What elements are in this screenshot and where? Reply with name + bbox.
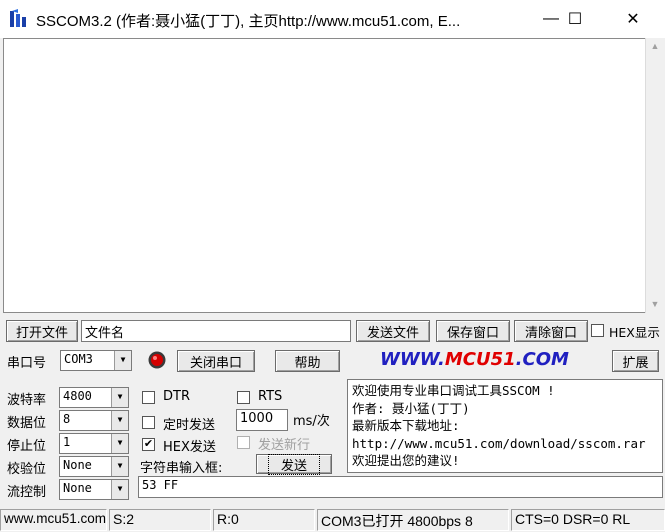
chevron-down-icon[interactable]: ▼ [111, 434, 128, 453]
logo-brand: MCU51 [444, 349, 516, 370]
stop-bits-label: 停止位 [7, 439, 47, 454]
status-website[interactable]: www.mcu51.com [0, 509, 107, 531]
hex-send-checkbox[interactable]: ✔ [142, 438, 155, 451]
info-line: 欢迎使用专业串口调试工具SSCOM ! [352, 383, 555, 398]
baud-rate-select[interactable]: 4800 ▼ [59, 387, 129, 408]
logo-prefix: WWW. [380, 349, 445, 370]
hex-send-label: HEX发送 [163, 440, 216, 455]
status-port: COM3已打开 4800bps 8 [317, 509, 509, 531]
info-panel: 欢迎使用专业串口调试工具SSCOM ! 作者: 聂小猛(丁丁) 最新版本下载地址… [347, 379, 663, 473]
maximize-icon: ☐ [567, 11, 583, 28]
status-signals: CTS=0 DSR=0 RL [511, 509, 665, 531]
info-line: 欢迎提出您的建议! [352, 453, 460, 468]
port-select[interactable]: COM3 ▼ [60, 350, 132, 371]
expand-button[interactable]: 扩展 [612, 350, 659, 372]
send-button-label: 发送 [267, 453, 320, 475]
rts-checkbox[interactable] [237, 391, 250, 404]
parity-select[interactable]: None ▼ [59, 456, 129, 477]
maximize-button[interactable]: ☐ [552, 0, 598, 38]
help-button[interactable]: 帮助 [275, 350, 340, 372]
chevron-down-icon[interactable]: ▼ [111, 480, 128, 499]
rts-label: RTS [258, 389, 283, 404]
info-line: 最新版本下载地址: [352, 418, 460, 433]
timed-send-checkbox[interactable] [142, 416, 155, 429]
chevron-down-icon[interactable]: ▼ [111, 411, 128, 430]
parity-label: 校验位 [7, 462, 47, 477]
data-bits-select[interactable]: 8 ▼ [59, 410, 129, 431]
close-button[interactable]: ✕ [610, 0, 656, 38]
flow-control-select[interactable]: None ▼ [59, 479, 129, 500]
filename-field[interactable]: 文件名 [81, 320, 351, 342]
close-icon: ✕ [626, 11, 640, 28]
chevron-down-icon[interactable]: ▼ [111, 457, 128, 476]
dtr-label: DTR [163, 389, 190, 404]
send-file-button[interactable]: 发送文件 [356, 320, 430, 342]
scroll-up-icon[interactable]: ▲ [646, 38, 664, 55]
data-bits-label: 数据位 [7, 416, 47, 431]
save-window-button[interactable]: 保存窗口 [436, 320, 510, 342]
baud-rate-label: 波特率 [7, 393, 47, 408]
data-bits-value: 8 [63, 412, 71, 426]
app-icon [10, 9, 26, 27]
website-logo[interactable]: WWW.MCU51.COM [380, 349, 569, 370]
window-title: SSCOM3.2 (作者:聂小猛(丁丁), 主页http://www.mcu51… [36, 13, 461, 30]
string-input-label: 字符串输入框: [140, 461, 223, 476]
send-input[interactable]: 53 FF [138, 476, 663, 498]
status-sent-count: S:2 [109, 509, 211, 531]
chevron-down-icon[interactable]: ▼ [114, 351, 131, 370]
status-bar: www.mcu51.com S:2 R:0 COM3已打开 4800bps 8 … [0, 507, 665, 532]
baud-rate-value: 4800 [63, 389, 92, 403]
timed-send-label: 定时发送 [163, 418, 216, 433]
flow-control-label: 流控制 [7, 485, 47, 500]
port-value: COM3 [64, 352, 93, 366]
logo-suffix: .COM [515, 349, 569, 370]
interval-unit-label: ms/次 [293, 414, 330, 429]
open-file-button[interactable]: 打开文件 [6, 320, 78, 342]
status-received-count: R:0 [213, 509, 315, 531]
port-label: 串口号 [7, 356, 47, 371]
stop-bits-value: 1 [63, 435, 71, 449]
scroll-down-icon[interactable]: ▼ [646, 296, 664, 313]
flow-control-value: None [63, 481, 92, 495]
clear-window-button[interactable]: 清除窗口 [514, 320, 588, 342]
parity-value: None [63, 458, 92, 472]
stop-bits-select[interactable]: 1 ▼ [59, 433, 129, 454]
receive-text-area[interactable] [3, 38, 646, 313]
hex-display-label: HEX显示 [609, 325, 660, 340]
close-port-button[interactable]: 关闭串口 [177, 350, 255, 372]
status-led-icon [148, 351, 166, 369]
hex-display-checkbox[interactable] [591, 324, 604, 337]
info-line: http://www.mcu51.com/download/sscom.rar [352, 435, 646, 451]
chevron-down-icon[interactable]: ▼ [111, 388, 128, 407]
send-newline-checkbox[interactable] [237, 436, 250, 449]
title-bar[interactable]: SSCOM3.2 (作者:聂小猛(丁丁), 主页http://www.mcu51… [0, 0, 665, 38]
interval-field[interactable]: 1000 [236, 409, 288, 431]
send-newline-label: 发送新行 [258, 438, 311, 453]
vertical-scrollbar[interactable]: ▲ ▼ [645, 38, 663, 313]
dtr-checkbox[interactable] [142, 391, 155, 404]
send-button[interactable]: 发送 [256, 453, 332, 475]
info-line: 作者: 聂小猛(丁丁) [352, 400, 470, 416]
